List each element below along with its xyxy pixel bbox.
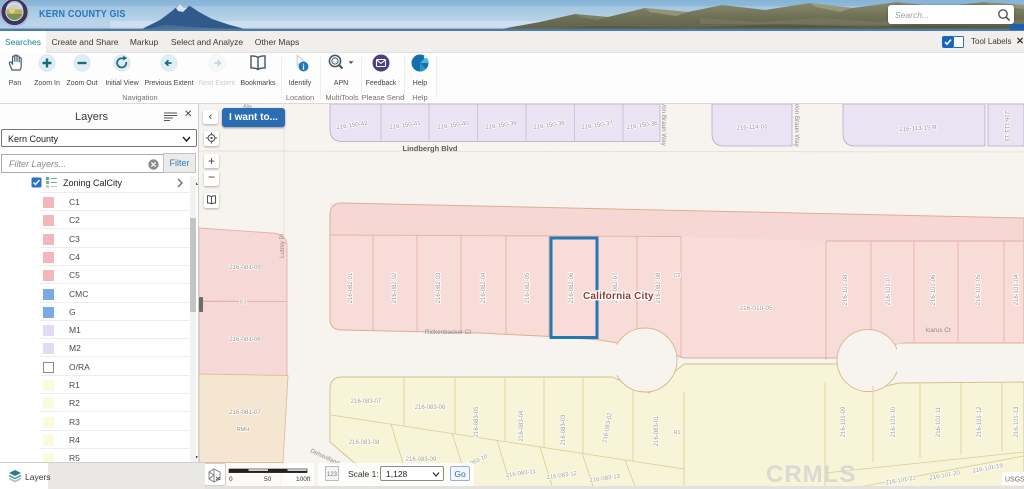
svg-text:216-101-12: 216-101-12 [977, 406, 983, 437]
svg-text:216-082-03: 216-082-03 [436, 272, 442, 303]
svg-text:RMH: RMH [237, 427, 250, 433]
svg-text:216-101-08: 216-101-08 [843, 274, 849, 305]
svg-text:216-082-01: 216-082-01 [348, 272, 354, 303]
svg-text:216-082-02: 216-082-02 [392, 272, 398, 303]
svg-text:216-101-09: 216-101-09 [841, 406, 847, 437]
svg-text:100ft: 100ft [296, 476, 311, 483]
svg-text:216-083-04: 216-083-04 [519, 410, 525, 441]
svg-text:216-083-07: 216-083-07 [351, 399, 382, 405]
svg-text:Lindbergh Blvd: Lindbergh Blvd [403, 144, 458, 153]
svg-text:216-083-01: 216-083-01 [654, 415, 660, 446]
svg-text:216-081-07: 216-081-07 [229, 409, 261, 416]
svg-text:C2: C2 [239, 300, 246, 306]
svg-text:216-113-13: 216-113-13 [1003, 111, 1009, 142]
svg-text:CRMLS: CRMLS [766, 461, 856, 488]
svg-text:50: 50 [264, 476, 272, 483]
svg-text:216-101-06: 216-101-06 [931, 274, 937, 305]
svg-text:216-082-05: 216-082-05 [525, 272, 531, 303]
svg-text:Rickenbacker Ct: Rickenbacker Ct [425, 329, 471, 336]
svg-text:216-083-05: 216-083-05 [474, 406, 480, 437]
svg-text:216-083-06: 216-083-06 [415, 405, 446, 411]
svg-text:216-083-03: 216-083-03 [561, 414, 567, 445]
svg-text:216-081-08: 216-081-08 [229, 336, 261, 343]
svg-text:California City: California City [583, 291, 654, 302]
svg-text:216-101-10: 216-101-10 [891, 406, 897, 437]
svg-text:216-101-11: 216-101-11 [936, 406, 942, 437]
svg-text:216-101-07: 216-101-07 [886, 274, 892, 305]
svg-text:Von Braun Way: Von Braun Way [660, 104, 667, 147]
svg-text:216-010-05: 216-010-05 [739, 305, 773, 312]
svg-text:216-082-04: 216-082-04 [481, 272, 487, 303]
svg-text:Lutrey Pl: Lutrey Pl [280, 234, 286, 258]
svg-text:216-082-06: 216-082-06 [569, 272, 575, 303]
svg-text:216-083-08: 216-083-08 [349, 440, 380, 446]
svg-text:216-101-05: 216-101-05 [976, 274, 982, 305]
svg-text:C2: C2 [673, 273, 680, 279]
svg-text:0: 0 [229, 476, 233, 483]
svg-text:216-082-08: 216-082-08 [656, 272, 662, 303]
svg-text:USGS: USGS [1005, 477, 1024, 484]
svg-text:123: 123 [327, 472, 338, 478]
svg-text:Icarus Ct: Icarus Ct [925, 327, 950, 334]
svg-text:R1: R1 [673, 430, 680, 436]
svg-text:216-101-13: 216-101-13 [1014, 406, 1020, 437]
svg-text:216-101-04: 216-101-04 [1014, 274, 1020, 305]
svg-text:Von Braun Way: Von Braun Way [793, 104, 800, 148]
svg-text:216-081-09: 216-081-09 [229, 264, 261, 271]
